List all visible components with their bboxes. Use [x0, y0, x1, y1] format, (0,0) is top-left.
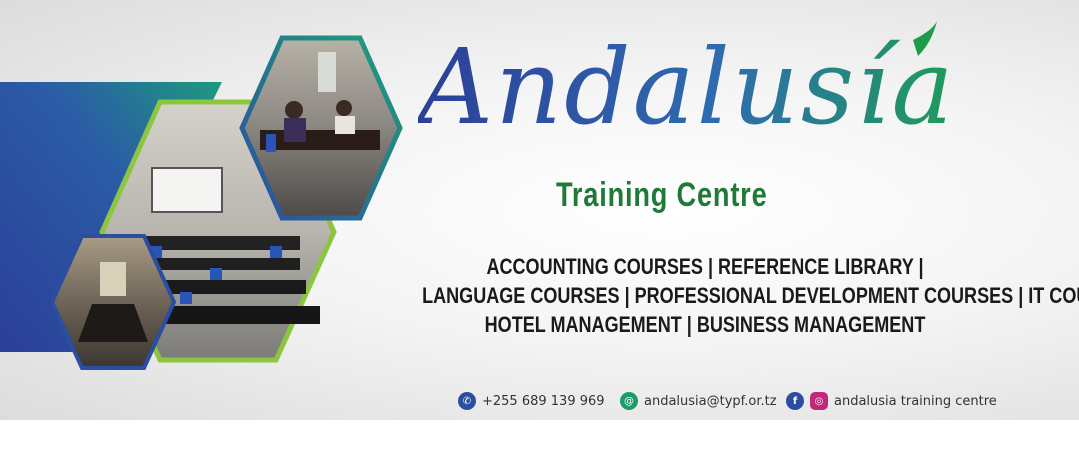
social-contact[interactable]: f ◎ andalusia training centre	[786, 390, 997, 412]
email-icon: @	[620, 392, 638, 410]
banner: Andalusía Training Centre ACCOUNTING COU…	[0, 0, 1079, 420]
email-contact[interactable]: @ andalusia@typf.or.tz	[620, 390, 777, 412]
course-line-3: HOTEL MANAGEMENT | BUSINESS MANAGEMENT	[484, 312, 926, 337]
brand-subtitle: Training Centre	[556, 176, 768, 214]
phone-icon: ✆	[458, 392, 476, 410]
social-handle: andalusia training centre	[834, 393, 997, 409]
brand-name: Andalusía	[418, 22, 956, 152]
phone-contact[interactable]: ✆ +255 689 139 969	[458, 390, 605, 412]
students-photo	[239, 35, 403, 221]
email-address: andalusia@typf.or.tz	[644, 393, 777, 409]
bottom-strip	[0, 420, 1079, 460]
phone-number: +255 689 139 969	[482, 393, 605, 409]
course-line-1: ACCOUNTING COURSES | REFERENCE LIBRARY |	[486, 254, 924, 279]
course-line-2: LANGUAGE COURSES | PROFESSIONAL DEVELOPM…	[422, 283, 1079, 308]
instagram-icon[interactable]: ◎	[810, 392, 828, 410]
meeting-room-photo	[49, 234, 177, 370]
facebook-icon[interactable]: f	[786, 392, 804, 410]
course-list: ACCOUNTING COURSES | REFERENCE LIBRARY |…	[360, 252, 1079, 339]
